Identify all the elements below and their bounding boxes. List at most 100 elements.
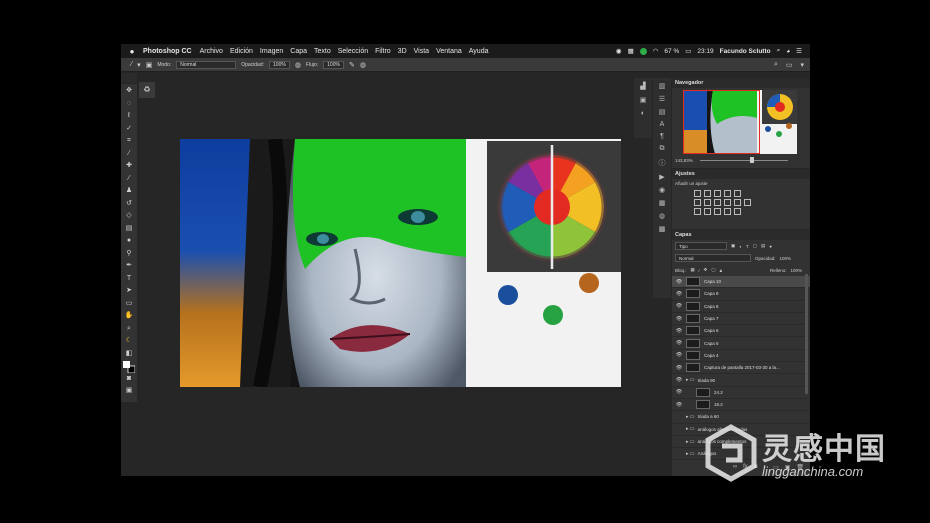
threshold-icon[interactable] bbox=[714, 208, 721, 215]
posterize-icon[interactable] bbox=[704, 208, 711, 215]
group-folder-icon[interactable]: ▸ ▭ bbox=[686, 426, 695, 432]
visibility-eye-icon[interactable]: 👁︎ bbox=[672, 402, 686, 408]
lock-artboard-icon[interactable]: ▢ bbox=[711, 267, 715, 273]
brush-preset-picker[interactable]: ▾ bbox=[137, 61, 141, 69]
color-panel-icon[interactable]: ▥ bbox=[659, 82, 666, 90]
photo-filter-icon[interactable] bbox=[724, 199, 731, 206]
menu-texto[interactable]: Texto bbox=[314, 48, 331, 55]
workspace-dropdown-icon[interactable]: ▾ bbox=[800, 61, 804, 69]
menu-ayuda[interactable]: Ayuda bbox=[469, 48, 489, 55]
layer-thumbnail[interactable] bbox=[686, 277, 700, 287]
menu-capa[interactable]: Capa bbox=[290, 48, 307, 55]
invert-icon[interactable] bbox=[694, 208, 701, 215]
blend-mode-select[interactable]: Normal bbox=[675, 254, 751, 262]
quick-mask-icon[interactable]: ◙ bbox=[123, 374, 135, 385]
collapsed-panel-icon[interactable]: ♻ bbox=[139, 82, 155, 98]
navigator-thumbnail[interactable] bbox=[683, 90, 797, 154]
visibility-eye-icon[interactable]: 👁︎ bbox=[672, 389, 686, 395]
group-folder-icon[interactable]: ▸ ▭ bbox=[686, 377, 695, 383]
wifi-icon[interactable]: ◠ bbox=[653, 47, 659, 55]
layer-thumbnail[interactable] bbox=[686, 350, 700, 360]
spotlight-icon[interactable]: ⌕ bbox=[777, 47, 781, 55]
apple-icon[interactable]: ● bbox=[121, 47, 143, 56]
visibility-eye-icon[interactable]: 👁︎ bbox=[672, 291, 686, 297]
lock-transparency-icon[interactable]: ▦ bbox=[691, 267, 695, 273]
stamp-tool-icon[interactable]: ♟ bbox=[123, 186, 135, 197]
layer-thumbnail[interactable] bbox=[686, 338, 700, 348]
levels-icon[interactable] bbox=[704, 190, 711, 197]
brush-panel-icon[interactable]: ▣ bbox=[146, 61, 153, 69]
visibility-eye-icon[interactable]: 👁︎ bbox=[672, 377, 686, 383]
clock[interactable]: 23:19 bbox=[697, 48, 713, 55]
color-balance-icon[interactable] bbox=[704, 199, 711, 206]
clone-source-icon[interactable]: ⧉ bbox=[660, 145, 665, 153]
brush-tool-icon[interactable]: ⁄ bbox=[131, 61, 132, 68]
styles-icon[interactable]: ◉ bbox=[659, 186, 665, 194]
visibility-eye-icon[interactable]: 👁︎ bbox=[672, 328, 686, 334]
layer-row[interactable]: 👁︎ Capa 10 bbox=[672, 276, 810, 289]
layer-opacity-value[interactable]: 100% bbox=[780, 256, 792, 261]
mode-select[interactable]: Normal bbox=[176, 60, 237, 69]
visibility-eye-icon[interactable]: 👁︎ bbox=[672, 316, 686, 322]
blur-tool-icon[interactable]: ● bbox=[123, 236, 135, 247]
visibility-eye-icon[interactable]: 👁︎ bbox=[672, 303, 686, 309]
toolbar-grip[interactable] bbox=[121, 73, 137, 83]
curves-icon[interactable] bbox=[714, 190, 721, 197]
move-tool-icon[interactable]: ✥ bbox=[123, 86, 135, 97]
layer-thumbnail[interactable] bbox=[686, 363, 700, 373]
vibrance-icon[interactable] bbox=[734, 190, 741, 197]
layer-row[interactable]: 👁︎ ▸ ▭ triada 90 bbox=[672, 374, 810, 387]
hue-saturation-icon[interactable] bbox=[694, 199, 701, 206]
siri-icon[interactable]: ◕ bbox=[786, 48, 790, 55]
default-colors-icon[interactable]: ◧ bbox=[123, 349, 135, 360]
app-name-menu[interactable]: Photoshop CC bbox=[143, 48, 192, 55]
lock-position-icon[interactable]: ✥ bbox=[704, 267, 708, 273]
menu-vista[interactable]: Vista bbox=[414, 48, 429, 55]
foreground-background-swatch[interactable] bbox=[123, 361, 136, 374]
layer-row[interactable]: 👁︎ Capa 4 bbox=[672, 350, 810, 363]
channels-icon[interactable]: ◍ bbox=[659, 212, 665, 220]
menu-archivo[interactable]: Archivo bbox=[200, 48, 223, 55]
healing-tool-icon[interactable]: ✚ bbox=[123, 161, 135, 172]
airbrush-icon[interactable]: ✎ bbox=[349, 61, 355, 69]
history-icon[interactable]: ▣ bbox=[640, 96, 647, 104]
layers-title[interactable]: Capas bbox=[672, 230, 810, 240]
fill-value[interactable]: 100% bbox=[790, 268, 810, 273]
layer-row[interactable]: 👁︎ 24.2 bbox=[672, 387, 810, 399]
layer-row[interactable]: 👁︎ 18.2 bbox=[672, 399, 810, 412]
user-name[interactable]: Facundo Sclutto bbox=[720, 48, 771, 55]
paragraph-icon[interactable]: ¶ bbox=[660, 133, 664, 140]
layer-filter-select[interactable]: Tipo bbox=[675, 242, 727, 250]
adjust-panel-icon[interactable]: ☰ bbox=[659, 95, 665, 103]
workspace-icon[interactable]: ▭ bbox=[786, 61, 793, 69]
layer-row[interactable]: 👁︎ Capa 5 bbox=[672, 337, 810, 350]
zoom-tool-icon[interactable]: ⌕ bbox=[123, 324, 135, 335]
navigator-zoom-slider[interactable] bbox=[700, 160, 788, 161]
layer-thumbnail[interactable] bbox=[686, 314, 700, 324]
flow-field[interactable]: 100% bbox=[323, 60, 344, 69]
menu-imagen[interactable]: Imagen bbox=[260, 48, 283, 55]
swatches-icon[interactable]: ▦ bbox=[659, 199, 666, 207]
hand-tool-icon[interactable]: ✋ bbox=[123, 311, 135, 322]
brush-settings-icon[interactable]: ◐ bbox=[641, 110, 645, 117]
navigator-zoom-value[interactable]: 143,93% bbox=[675, 158, 693, 163]
navigator-title[interactable]: Navegador bbox=[672, 78, 810, 88]
group-folder-icon[interactable]: ▸ ▭ bbox=[686, 414, 695, 420]
brightness-icon[interactable] bbox=[694, 190, 701, 197]
black-white-icon[interactable] bbox=[714, 199, 721, 206]
layer-thumbnail[interactable] bbox=[696, 387, 710, 397]
screen-mode-icon[interactable]: ▣ bbox=[123, 386, 135, 397]
menu-seleccion[interactable]: Selección bbox=[338, 48, 368, 55]
gradient-map-icon[interactable] bbox=[724, 208, 731, 215]
type-tool-icon[interactable]: T bbox=[123, 274, 135, 285]
layer-thumbnail[interactable] bbox=[686, 301, 700, 311]
eyedropper-tool-icon[interactable]: ⁄ bbox=[123, 149, 135, 160]
quick-select-tool-icon[interactable]: ✓ bbox=[123, 124, 135, 135]
layer-row[interactable]: 👁︎ Capa 8 bbox=[672, 301, 810, 313]
brush-tool-button-icon[interactable]: ⁄ bbox=[123, 174, 135, 185]
filter-shape-icon[interactable]: ▢ bbox=[753, 243, 757, 249]
filter-type-icon[interactable]: T bbox=[746, 244, 749, 249]
layer-row[interactable]: 👁︎ Captura de pantalla 2017-03-30 a la... bbox=[672, 362, 810, 375]
adjustments-title[interactable]: Ajustes bbox=[672, 169, 810, 179]
layer-row[interactable]: ▸ ▭ triada a 60 bbox=[672, 411, 810, 424]
